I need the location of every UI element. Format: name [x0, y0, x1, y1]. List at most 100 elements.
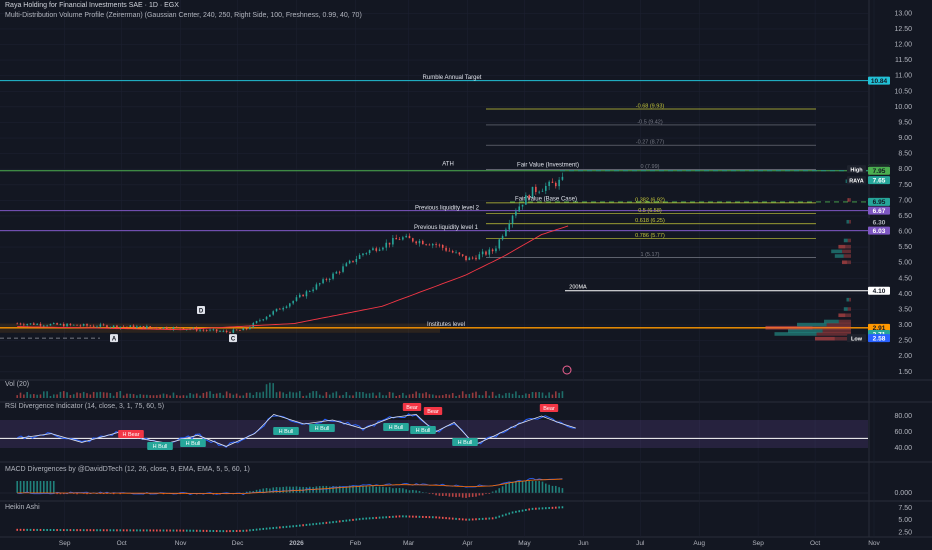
heikin-ashi-candle [16, 528, 19, 531]
price-candle [322, 279, 324, 284]
volume-profile-bar [843, 307, 848, 311]
macd-histogram-bar [554, 485, 557, 493]
macd-histogram-bar [275, 487, 278, 493]
volume-profile-bar [797, 322, 827, 327]
price-tick-label: 2.50 [898, 338, 912, 345]
price-candle [535, 186, 537, 192]
heikin-ashi-candle [269, 527, 271, 530]
volume-bar [478, 394, 481, 398]
volume-bar [495, 395, 497, 398]
heikin-ashi-candle [275, 526, 278, 529]
volume-bar [199, 395, 201, 398]
price-candle [269, 314, 271, 317]
time-tick-label: Aug [693, 540, 705, 547]
macd-histogram-bar [505, 483, 507, 493]
heikin-ashi-candle [402, 515, 404, 518]
price-candle [545, 185, 547, 191]
volume-bar [109, 393, 112, 398]
rsi-badge-label: H Bull [458, 440, 473, 446]
volume-bar [232, 394, 235, 398]
point-label-d: D [199, 308, 204, 314]
heikin-ashi-candle [109, 529, 112, 532]
price-candle [209, 329, 211, 331]
macd-histogram-bar [455, 493, 457, 498]
heikin-ashi-candle [249, 529, 251, 532]
heikin-ashi-candle [282, 526, 284, 529]
volume-bar [229, 393, 231, 398]
macd-pane-title[interactable]: MACD Divergences by @DavidDTech (12, 26,… [5, 466, 250, 473]
macd-histogram-bar [402, 488, 404, 493]
volume-bar [126, 393, 128, 398]
price-candle [362, 253, 364, 256]
volume-bar [305, 395, 308, 398]
fib-level-label: -0.27 (8.77) [636, 140, 665, 146]
heikin-ashi-candle [69, 529, 72, 532]
volume-bar [525, 393, 527, 398]
volume-bar [172, 392, 175, 398]
volume-bar [116, 392, 118, 398]
symbol-title[interactable]: Raya Holding for Financial Investments S… [5, 2, 179, 9]
volume-bar [82, 391, 85, 398]
volume-profile-bar [815, 336, 835, 341]
rsi-badge-label: Bear [427, 409, 439, 415]
volume-bar [215, 393, 218, 398]
heikin-ashi-candle [315, 522, 318, 525]
heikin-ashi-candle [46, 528, 48, 531]
price-candle [39, 323, 42, 326]
volume-bar [441, 395, 444, 398]
heikin-ashi-tick-label: 5.00 [898, 517, 912, 524]
volume-bar [209, 391, 211, 398]
heikin-ashi-candle [372, 517, 374, 520]
volume-bar [465, 394, 467, 398]
volume-bar [312, 391, 314, 398]
price-candle [239, 330, 241, 331]
heikin-ashi-candle [162, 529, 165, 532]
price-candle [92, 325, 95, 327]
volume-bar [481, 395, 484, 398]
macd-histogram-bar [282, 486, 284, 493]
fib-level-label: -0.5 (9.42) [637, 119, 663, 125]
heikin-ashi-candle [365, 517, 368, 520]
heikin-ashi-candle [385, 516, 388, 519]
fib-level-label: 1 (5.17) [641, 252, 660, 258]
volume-profile-bar [845, 244, 851, 249]
heikin-ashi-candle [239, 529, 241, 532]
macd-histogram-bar [16, 481, 19, 493]
price-candle [229, 331, 231, 333]
volume-bar [471, 392, 474, 398]
heikin-ashi-candle [441, 516, 444, 519]
heikin-ashi-candle [322, 522, 324, 525]
volume-bar [225, 391, 228, 398]
ma200-label: 200MA [569, 285, 587, 291]
price-tick-label: 5.50 [898, 244, 912, 251]
price-tick-label: 1.50 [898, 369, 912, 376]
price-candle [76, 324, 78, 326]
macd-histogram-bar [328, 486, 331, 493]
heikin-ashi-candle [405, 515, 407, 518]
price-candle [405, 235, 407, 238]
volume-bar [285, 394, 288, 398]
volume-bar [352, 395, 354, 398]
volume-bar [222, 395, 225, 398]
price-candle [412, 238, 414, 242]
price-tick-label: 10.00 [894, 104, 912, 111]
volume-bar [335, 391, 338, 398]
heikin-ashi-pane-title[interactable]: Heikin Ashi [5, 504, 40, 511]
price-candle [162, 327, 165, 329]
price-candle [342, 266, 344, 272]
price-candle [175, 327, 178, 328]
heikin-ashi-candle [328, 521, 331, 524]
heikin-ashi-candle [152, 529, 155, 532]
heikin-ashi-candle [132, 529, 135, 532]
price-candle [289, 303, 291, 307]
heikin-ashi-candle [166, 529, 168, 532]
volume-pane-title[interactable]: Vol (20) [5, 381, 29, 388]
volume-profile-bar [812, 325, 851, 330]
macd-histogram-bar [358, 486, 361, 493]
price-candle [285, 306, 288, 308]
volume-bar [295, 392, 298, 398]
rsi-pane-title[interactable]: RSI Divergence Indicator (14, close, 3, … [5, 403, 164, 410]
indicator-legend[interactable]: Multi-Distribution Volume Profile (Zeire… [5, 12, 362, 19]
heikin-ashi-candle [189, 529, 191, 532]
macd-histogram-bar [481, 493, 484, 496]
